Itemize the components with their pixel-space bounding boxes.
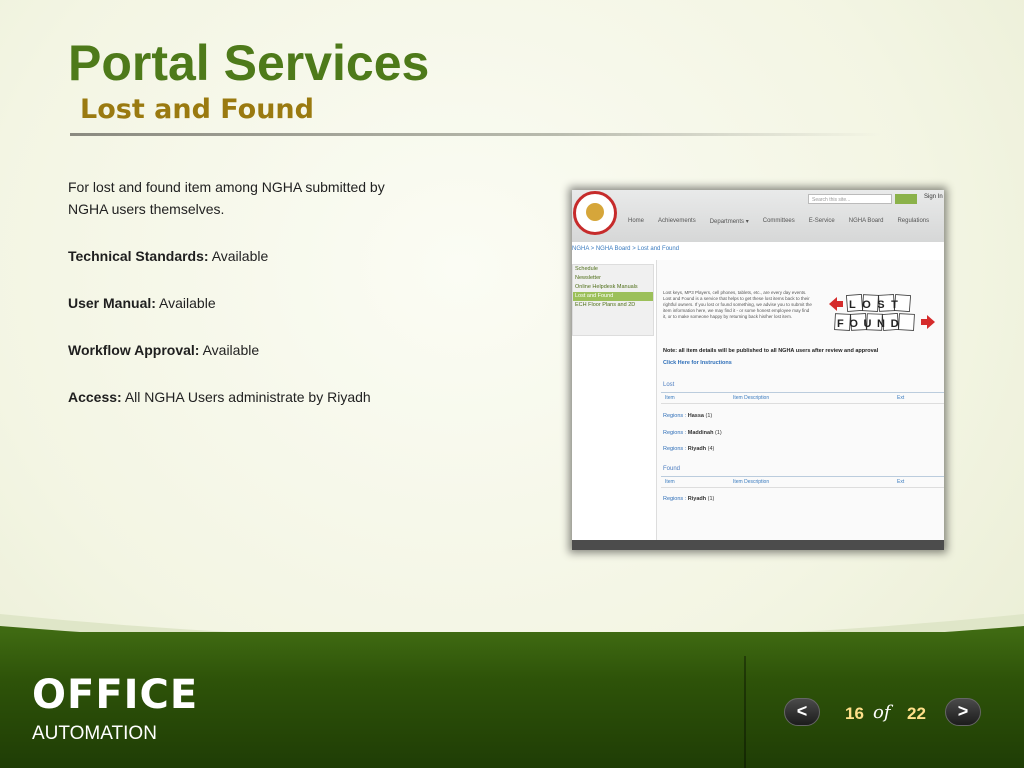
footer-divider <box>744 656 746 768</box>
slide-body: For lost and found item among NGHA submi… <box>68 176 418 433</box>
lost-group-row[interactable]: Regions : Hassa (1) <box>663 413 712 419</box>
ngha-logo-icon <box>573 191 617 235</box>
prev-slide-button[interactable]: < <box>784 698 820 726</box>
group-name: Riyadh <box>687 496 707 502</box>
portal-note: Note: all item details will be published… <box>663 348 879 354</box>
chevron-left-icon: < <box>796 701 808 721</box>
group-label[interactable]: Regions : <box>663 446 686 452</box>
field-value: Available <box>159 295 216 311</box>
instructions-link[interactable]: Click Here for Instructions <box>663 360 732 366</box>
found-word: FOUND <box>837 318 904 330</box>
group-label[interactable]: Regions : <box>663 430 686 436</box>
field-workflow-approval: Workflow Approval: Available <box>68 339 418 361</box>
portal-sidebar-item[interactable]: Online Helpdesk Manuals <box>573 283 653 292</box>
lost-word: LOST <box>849 299 904 311</box>
portal-footer <box>572 540 944 550</box>
column-header[interactable]: Item <box>665 479 675 485</box>
intro-text: For lost and found item among NGHA submi… <box>68 179 385 217</box>
field-technical-standards: Technical Standards: Available <box>68 245 418 267</box>
portal-sidebar-item-active[interactable]: Lost and Found <box>573 292 653 301</box>
portal-nav-item[interactable]: Departments ▾ <box>710 218 749 230</box>
slide-title: Portal Services <box>68 35 430 91</box>
page-of-label: of <box>873 702 891 723</box>
portal-header: Search this site... Sign In Home Achieve… <box>572 190 944 242</box>
portal-sidebar: Schedule Newsletter Online Helpdesk Manu… <box>572 264 654 336</box>
column-header[interactable]: Item Description <box>733 395 769 401</box>
field-user-manual: User Manual: Available <box>68 292 418 314</box>
found-table-header: Item Item Description Ext <box>661 476 944 488</box>
chevron-right-icon: > <box>957 701 969 721</box>
current-page: 16 <box>845 704 864 723</box>
lost-group-row[interactable]: Regions : Maddinah (1) <box>663 430 722 436</box>
group-count: (1) <box>705 413 713 419</box>
field-label: User Manual: <box>68 295 156 311</box>
field-label: Access: <box>68 389 122 405</box>
lost-group-row[interactable]: Regions : Riyadh (4) <box>663 446 714 452</box>
portal-search-input[interactable]: Search this site... <box>808 194 892 204</box>
group-name: Maddinah <box>687 430 714 436</box>
portal-sidebar-item[interactable]: Newsletter <box>573 274 653 283</box>
field-value: Available <box>211 248 269 264</box>
group-count: (1) <box>707 496 715 502</box>
portal-search-button[interactable] <box>895 194 917 204</box>
portal-nav-item[interactable]: Regulations <box>897 218 929 230</box>
group-count: (4) <box>707 446 715 452</box>
portal-sign-in-link[interactable]: Sign In <box>924 194 943 200</box>
lost-found-logo: LOST FOUND <box>829 294 935 331</box>
lost-heading: Lost <box>663 382 675 388</box>
column-header[interactable]: Item Description <box>733 479 769 485</box>
lost-table-header: Item Item Description Ext <box>661 392 944 404</box>
column-header[interactable]: Ext <box>897 395 904 401</box>
field-label: Technical Standards: <box>68 248 209 264</box>
total-pages: 22 <box>907 704 926 723</box>
field-label: Workflow Approval: <box>68 342 200 358</box>
portal-nav-item[interactable]: E-Service <box>809 218 835 230</box>
field-value: All NGHA Users administrate by Riyadh <box>124 389 371 405</box>
portal-breadcrumb[interactable]: NGHA > NGHA Board > Lost and Found <box>572 246 679 252</box>
next-slide-button[interactable]: > <box>945 698 981 726</box>
group-name: Hassa <box>687 413 704 419</box>
group-label[interactable]: Regions : <box>663 413 686 419</box>
group-count: (1) <box>714 430 722 436</box>
group-name: Riyadh <box>687 446 707 452</box>
portal-main: Lost keys, MP3 Players, cell phones, tab… <box>656 260 944 540</box>
field-value: Available <box>202 342 260 358</box>
portal-screenshot: Search this site... Sign In Home Achieve… <box>572 190 944 550</box>
portal-sidebar-item[interactable]: ECH Floor Plans and 2D <box>573 301 653 310</box>
portal-nav-item[interactable]: Committees <box>763 218 795 230</box>
group-label[interactable]: Regions : <box>663 496 686 502</box>
portal-description: Lost keys, MP3 Players, cell phones, tab… <box>663 290 812 319</box>
automation-brand: AUTOMATION <box>32 723 157 744</box>
portal-nav: Home Achievements Departments ▾ Committe… <box>628 218 944 230</box>
found-heading: Found <box>663 466 681 472</box>
portal-nav-item[interactable]: Achievements <box>658 218 696 230</box>
column-header[interactable]: Ext <box>897 479 904 485</box>
found-group-row[interactable]: Regions : Riyadh (1) <box>663 496 714 502</box>
portal-sidebar-item[interactable]: Schedule <box>573 265 653 274</box>
portal-nav-item[interactable]: NGHA Board <box>849 218 884 230</box>
slide-subtitle: Lost and Found <box>80 94 314 125</box>
title-divider <box>70 133 880 136</box>
column-header[interactable]: Item <box>665 395 675 401</box>
field-access: Access: All NGHA Users administrate by R… <box>68 386 418 408</box>
office-brand: OFFICE <box>32 672 199 718</box>
portal-nav-item[interactable]: Home <box>628 218 644 230</box>
